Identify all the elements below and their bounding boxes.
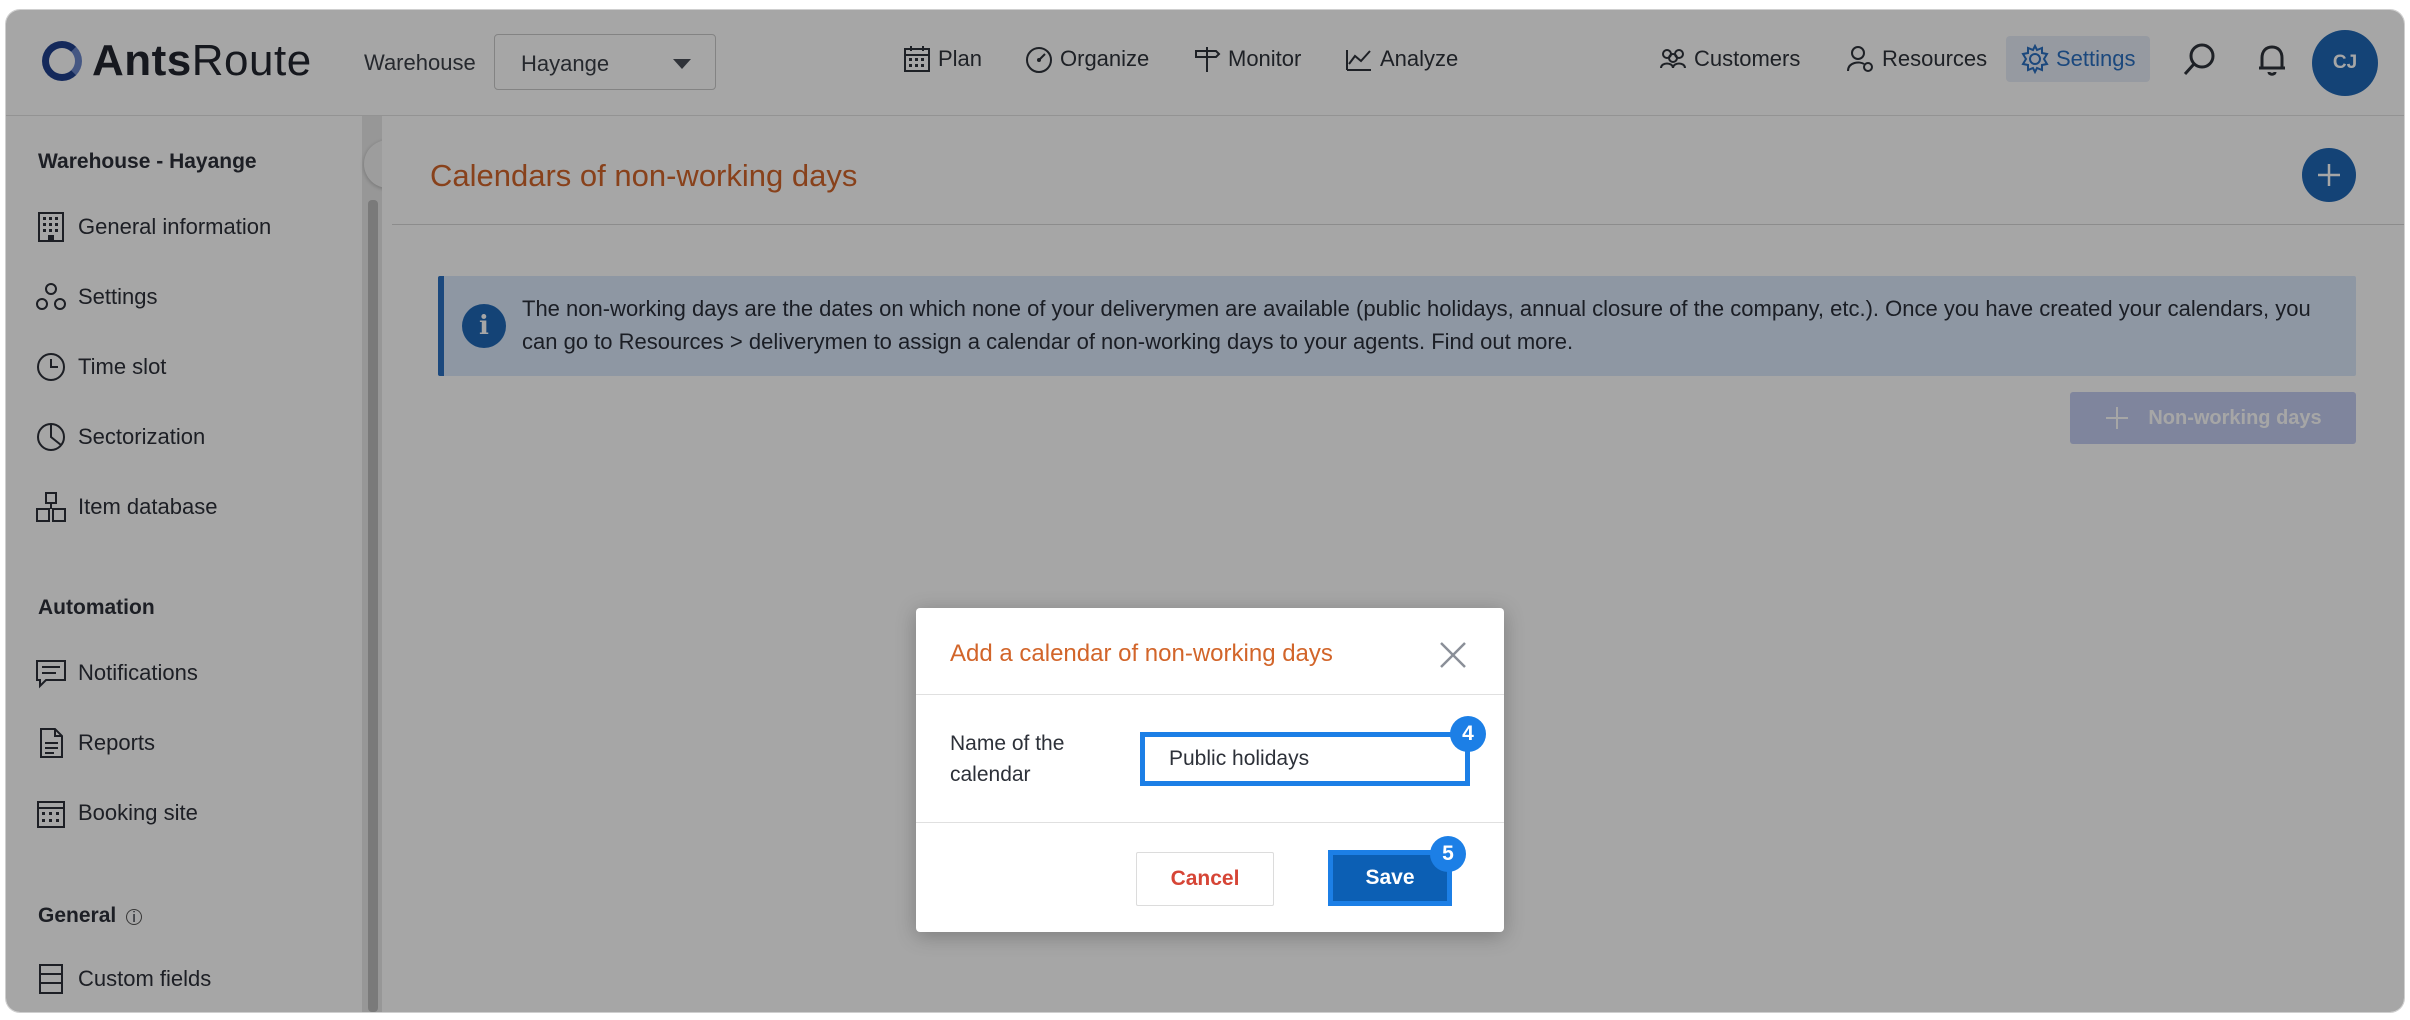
dialog-footer-divider (916, 822, 1504, 823)
add-calendar-dialog: Add a calendar of non-working days Name … (916, 608, 1504, 932)
step-badge: 5 (1430, 836, 1466, 872)
step-badge: 4 (1450, 716, 1486, 752)
dialog-title: Add a calendar of non-working days (950, 640, 1333, 667)
app-window: AntsRoute Warehouse Hayange Plan Organiz… (6, 10, 2404, 1012)
calendar-name-input[interactable] (1140, 732, 1470, 786)
cancel-button[interactable]: Cancel (1136, 852, 1274, 906)
close-icon[interactable] (1436, 638, 1470, 672)
calendar-name-label: Name of the calendar (950, 732, 1065, 786)
dialog-header-divider (916, 694, 1504, 695)
